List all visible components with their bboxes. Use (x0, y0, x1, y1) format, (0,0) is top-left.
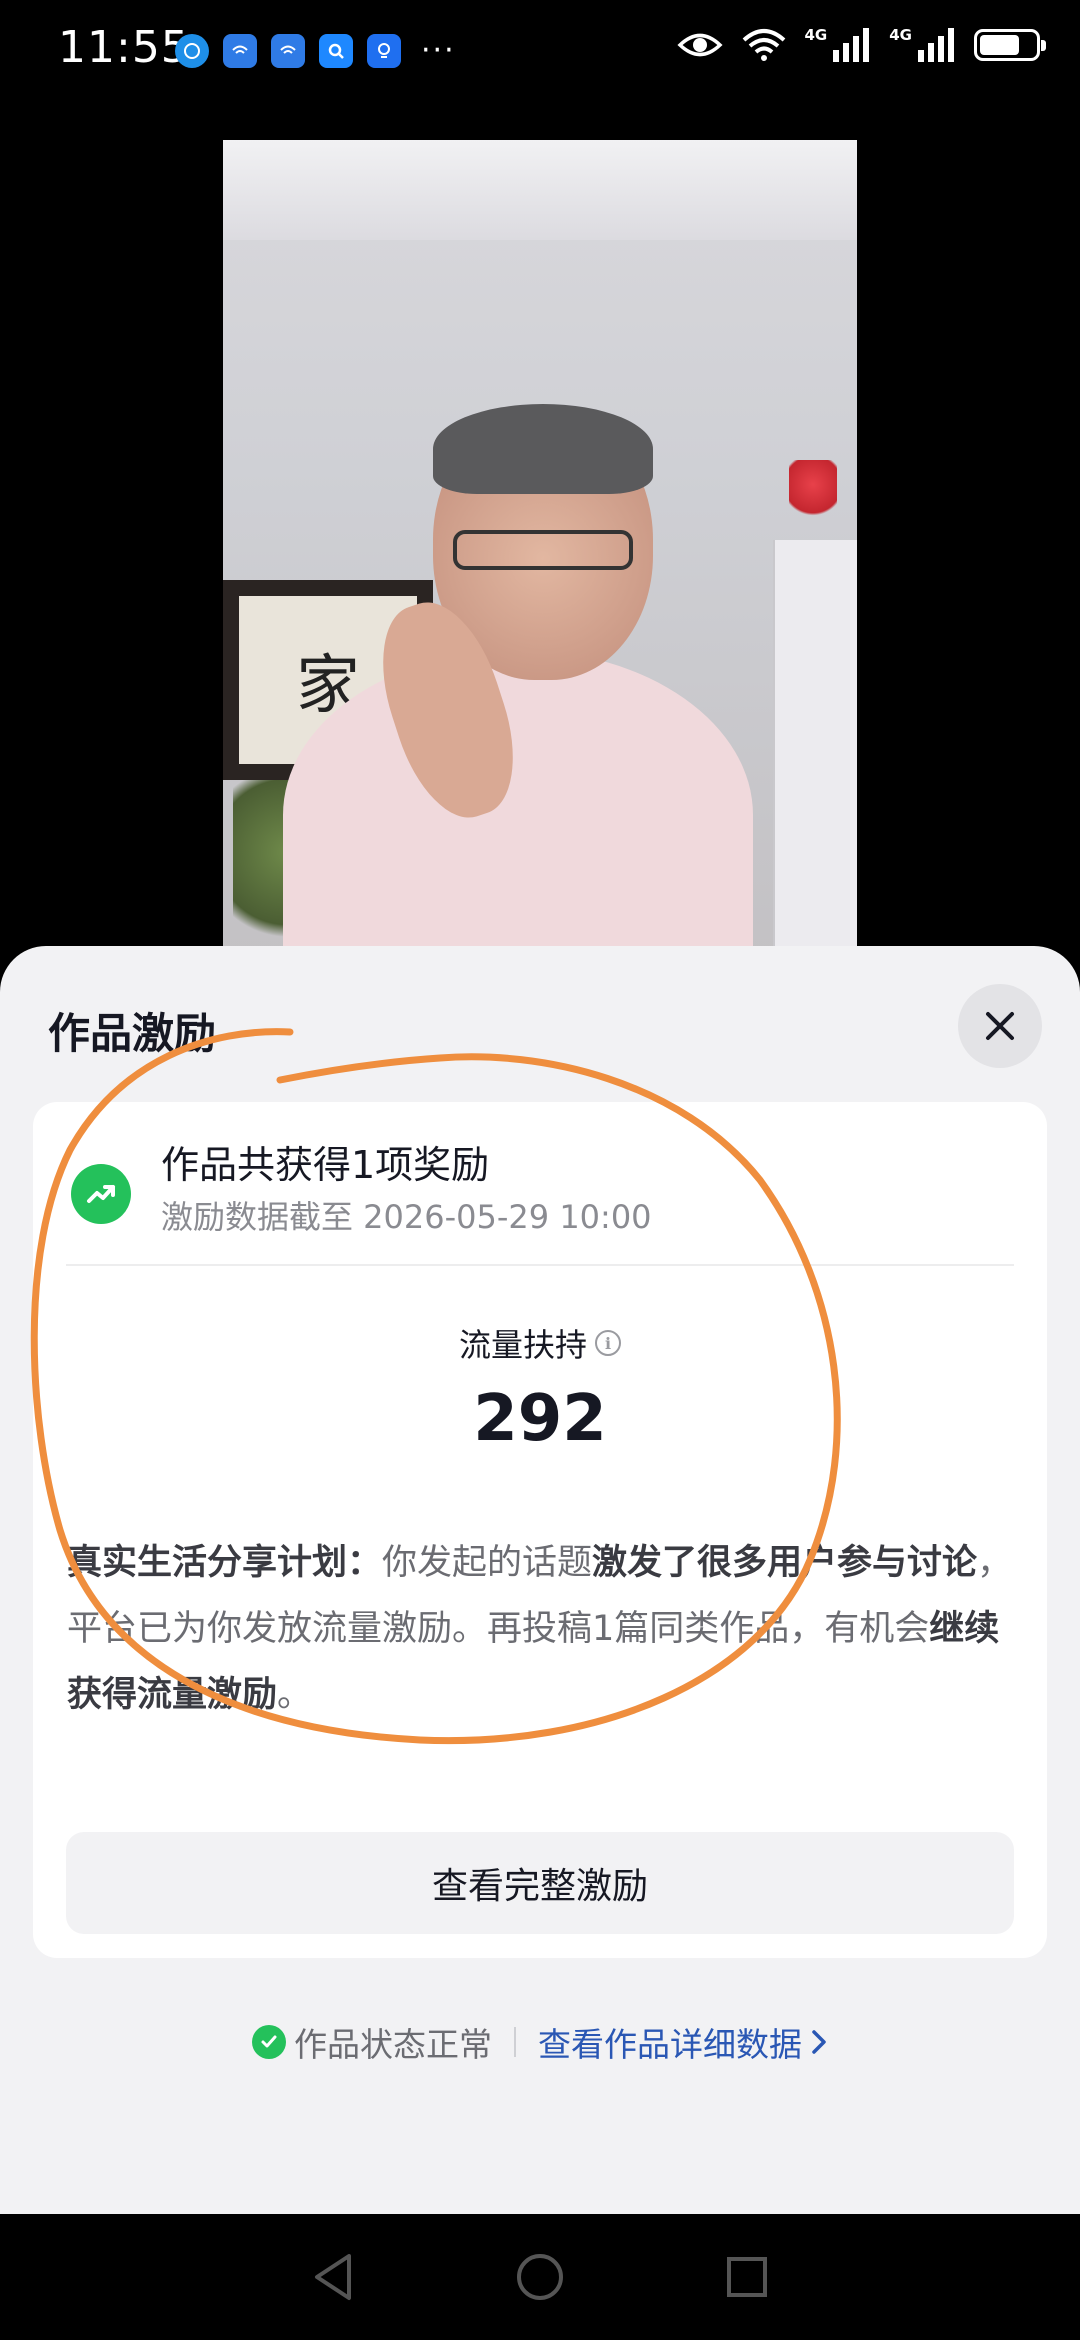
back-triangle-icon (315, 2254, 352, 2300)
check-circle-icon (252, 2025, 286, 2059)
home-circle-icon (516, 2254, 563, 2300)
desc-text-3: 。 (277, 1675, 313, 1715)
person-shirt (283, 650, 753, 960)
status-right: 4G 4G (676, 26, 1046, 62)
metric-label: 流量扶持 (458, 1326, 587, 1364)
separator (514, 2027, 516, 2057)
fridge-image (773, 540, 857, 960)
recents-square-icon (726, 2257, 767, 2297)
home-button[interactable] (510, 2247, 570, 2307)
bulb-app-icon (367, 33, 401, 68)
desc-text-1: 你发起的话题 (382, 1543, 593, 1583)
close-icon (986, 1012, 1014, 1040)
reward-bottom-sheet: 作品激励 作品共获得1项奖励 激励数据截至 2026-05-29 10:00 流… (0, 946, 1080, 2214)
desc-bold-1: 真实生活分享计划： (67, 1543, 383, 1583)
desc-bold-2: 激发了很多用户参与讨论 (592, 1543, 978, 1583)
reward-title: 作品共获得1项奖励 (161, 1143, 490, 1187)
signal-type-label-1: 4G (804, 26, 828, 44)
system-nav-bar (0, 2214, 1080, 2340)
info-icon[interactable]: i (595, 1330, 621, 1356)
signal-icon-1 (833, 28, 870, 62)
sheet-title: 作品激励 (48, 1009, 217, 1058)
video-preview[interactable]: 家 (223, 140, 857, 960)
signal-type-label-2: 4G (889, 26, 912, 44)
trending-up-icon (71, 1164, 131, 1224)
view-detail-data-link[interactable]: 查看作品详细数据 (538, 2018, 828, 2066)
wifi-app-icon (223, 33, 257, 68)
view-full-reward-button[interactable]: 查看完整激励 (66, 1832, 1014, 1934)
person-hair (433, 404, 653, 494)
browser-app-icon (175, 33, 209, 68)
more-notifications-icon: ··· (421, 33, 456, 68)
video-ceiling (223, 140, 857, 240)
metric-value: 292 (473, 1382, 607, 1456)
search-app-icon (319, 33, 353, 68)
eye-icon (676, 33, 723, 57)
wifi-app-icon-2 (271, 33, 305, 68)
status-time: 11:55 (58, 22, 190, 73)
back-button[interactable] (303, 2247, 363, 2307)
notification-icons: ··· (175, 33, 456, 68)
person-glasses (453, 530, 633, 570)
reward-subtitle: 激励数据截至 2026-05-29 10:00 (161, 1198, 652, 1236)
work-status-row: 作品状态正常 查看作品详细数据 (0, 2018, 1080, 2066)
battery-icon (974, 29, 1046, 61)
metric-label-row: 流量扶持 i (33, 1320, 1047, 1366)
close-button[interactable] (958, 984, 1042, 1068)
reward-description: 真实生活分享计划：你发起的话题激发了很多用户参与讨论，平台已为你发放流量激励。再… (67, 1530, 1013, 1728)
status-bar: 11:55 ··· 4G 4G (0, 0, 1080, 100)
person-image (283, 404, 753, 960)
view-detail-data-label: 查看作品详细数据 (538, 2025, 802, 2064)
wifi-icon (742, 29, 785, 61)
recents-button[interactable] (717, 2247, 777, 2307)
signal-icon-2 (918, 28, 954, 62)
reward-card: 作品共获得1项奖励 激励数据截至 2026-05-29 10:00 流量扶持 i… (33, 1102, 1047, 1958)
work-status-text: 作品状态正常 (294, 2025, 492, 2064)
divider (66, 1264, 1014, 1266)
chevron-right-icon (812, 2030, 826, 2054)
toy-figure-image (789, 460, 837, 530)
